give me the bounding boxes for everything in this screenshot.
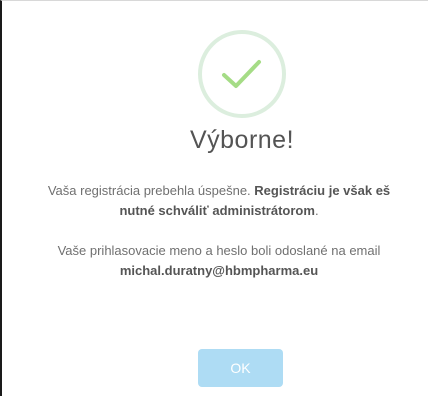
registration-message-end: .	[314, 203, 319, 218]
registration-message-bold-a: Registráciu je však eš	[254, 183, 391, 198]
registration-success-dialog: Výborne! Vaša registrácia prebehla úspeš…	[0, 0, 428, 396]
registration-message-normal: Vaša registrácia prebehla úspešne.	[47, 183, 255, 198]
checkmark-icon	[222, 60, 261, 88]
success-icon-ring	[198, 30, 286, 118]
registration-message-line-1: Vaša registrácia prebehla úspešne. Regis…	[2, 181, 428, 201]
registration-message-line-2: nutné schváliť administrátorom.	[2, 201, 428, 221]
registration-message: Vaša registrácia prebehla úspešne. Regis…	[2, 181, 428, 221]
dialog-title: Výborne!	[189, 126, 295, 154]
ok-button[interactable]: OK	[198, 349, 283, 387]
credentials-message-text: Vaše prihlasovacie meno a heslo boli odo…	[57, 243, 381, 258]
credentials-message: Vaše prihlasovacie meno a heslo boli odo…	[2, 241, 428, 281]
credentials-email: michal.duratny@hbmpharma.eu	[119, 263, 319, 278]
registration-message-bold-b: nutné schváliť administrátorom	[119, 203, 315, 218]
